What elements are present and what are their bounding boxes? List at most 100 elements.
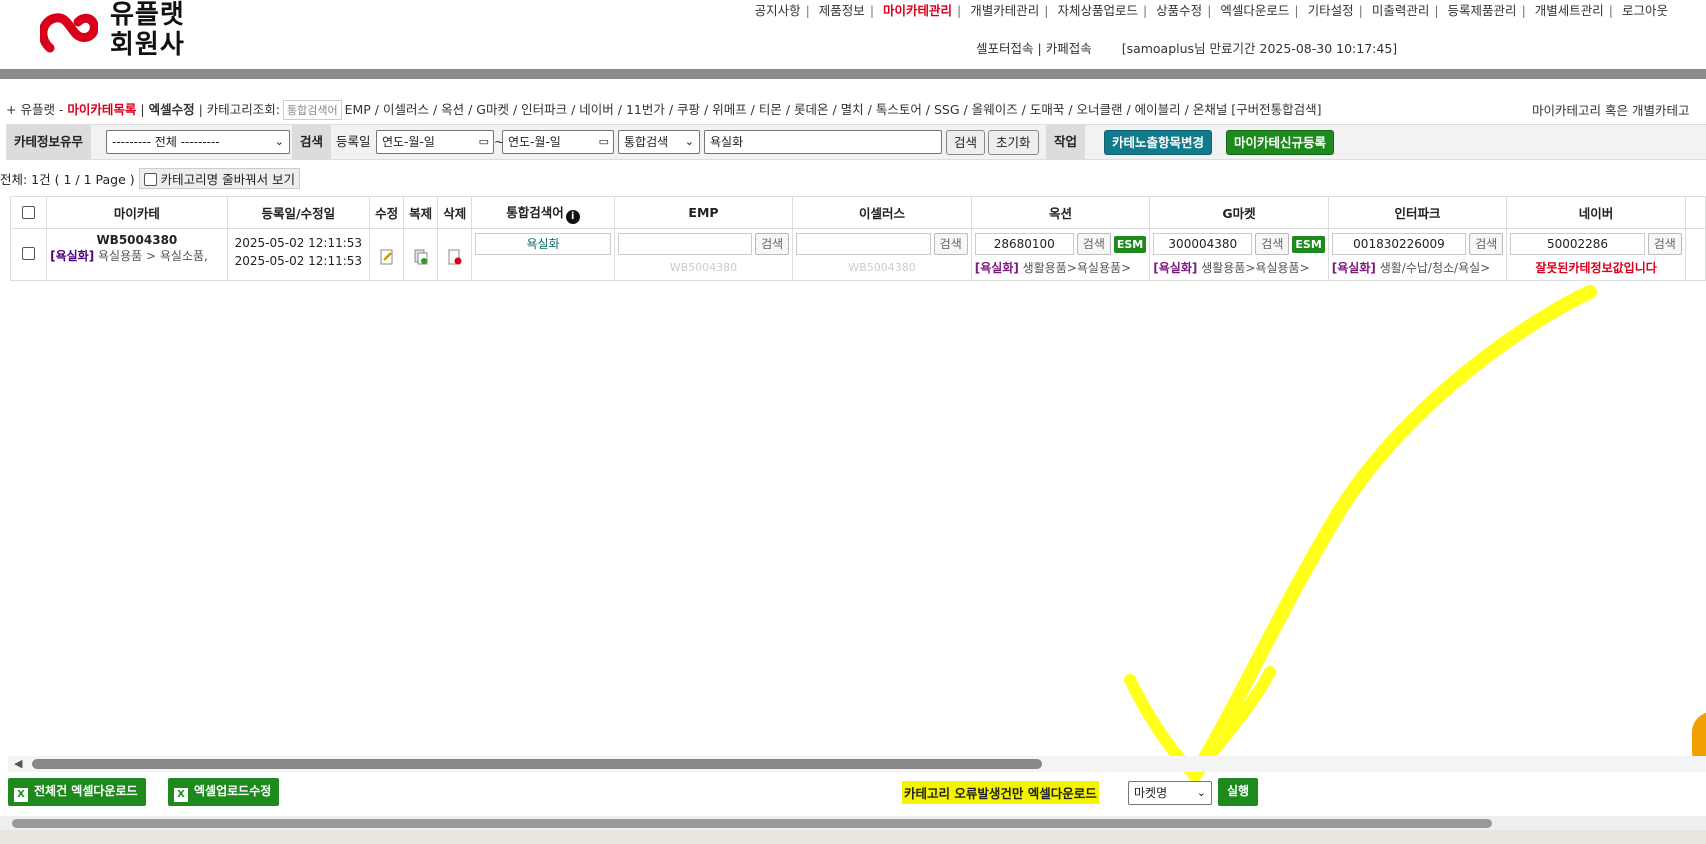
nav-excel-download[interactable]: 엑셀다운로드 (1220, 3, 1289, 18)
mycat-path: 욕실용품 > 욕실소품, (98, 249, 208, 263)
copy-cell[interactable] (403, 228, 439, 281)
page-scroll-thumb[interactable] (12, 819, 1492, 828)
wrap-toggle[interactable]: 카테고리명 줄바꿔서 보기 (138, 168, 301, 189)
result-summary: 전체: 1건 ( 1 / 1 Page ) 카테고리명 줄바꿔서 보기 (0, 168, 301, 189)
category-search-input[interactable]: 통합검색어 (283, 100, 342, 120)
market-select[interactable]: 마켓명 ⌄ (1128, 781, 1212, 805)
cafe-link[interactable]: 카페접속 (1046, 41, 1092, 56)
sellporter-link[interactable]: 셀포터접속 (976, 41, 1034, 56)
logo[interactable]: 유플랫 회원사 (40, 0, 210, 60)
interpark-tag: [욕실화] (1331, 261, 1376, 275)
total-count: 전체: 1건 ( 1 / 1 Page ) (0, 172, 135, 187)
nav-notice[interactable]: 공지사항 (755, 3, 801, 18)
nav-logout[interactable]: 로그아웃 (1622, 3, 1668, 18)
info-label: 카테정보유무 (6, 125, 92, 159)
emp-input[interactable] (617, 233, 753, 255)
search-button[interactable]: 검색 (946, 130, 986, 155)
nav-product-edit[interactable]: 상품수정 (1156, 3, 1202, 18)
nav-my-category[interactable]: 마이카테관리 (883, 3, 952, 18)
info-select[interactable]: --------- 전체 --------- ⌄ (106, 130, 290, 154)
header-keyword-label: 통합검색어 (506, 204, 564, 220)
gmarket-input[interactable]: 300004380 (1153, 233, 1253, 255)
header-overflow (1684, 196, 1706, 229)
select-all-checkbox[interactable] (22, 206, 36, 219)
info-icon[interactable]: i (565, 209, 580, 224)
keyword-input[interactable]: 욕실화 (704, 130, 942, 154)
auction-path: 생활용품>욕실용품> (1022, 261, 1132, 275)
category-links: + 유플랫 - 마이카테목록 | 엑셀수정 | 카테고리조회: 통합검색어 EMP … (6, 99, 1322, 120)
grid-scrollbar[interactable]: ◀ (8, 756, 1706, 772)
nav-registered[interactable]: 등록제품관리 (1448, 3, 1517, 18)
mycat-code: WB5004380 (96, 233, 178, 247)
nav-own-upload[interactable]: 자체상품업로드 (1057, 3, 1138, 18)
gmarket-search-button[interactable]: 검색 (1255, 233, 1290, 255)
copy-icon[interactable] (414, 249, 428, 265)
excel-edit-link[interactable]: 엑셀수정 (149, 102, 195, 117)
nav-individual-category[interactable]: 개별카테관리 (970, 3, 1039, 18)
edit-cell[interactable] (369, 228, 405, 281)
delete-icon[interactable] (448, 249, 462, 265)
header-keyword: 통합검색어 i (471, 196, 615, 229)
delete-cell[interactable] (437, 228, 473, 281)
row-checkbox[interactable] (22, 247, 36, 260)
new-mycat-button[interactable]: 마이카테신규등록 (1226, 130, 1335, 155)
mod-date: 2025-05-02 12:11:53 (234, 254, 363, 268)
gmarket-esm-button[interactable]: ESM (1292, 235, 1325, 253)
nav-product-info[interactable]: 제품정보 (819, 3, 865, 18)
run-button[interactable]: 실행 (1218, 778, 1259, 806)
search-type-select[interactable]: 통합검색 ⌄ (618, 130, 700, 154)
auction-search-button[interactable]: 검색 (1076, 233, 1111, 255)
mycat-list-link[interactable]: 마이카테목록 (67, 102, 136, 117)
nav-unprinted[interactable]: 미출력관리 (1372, 3, 1430, 18)
interpark-path: 생활/수납/청소/욕실> (1379, 261, 1491, 275)
header-emp: EMP (613, 196, 794, 229)
date-label: 등록일 (336, 134, 371, 149)
emp-search-button[interactable]: 검색 (755, 233, 790, 255)
emp-cell: 검색 WB5004380 (613, 228, 794, 281)
mycat-tag: [욕실화] (50, 249, 95, 263)
nav-sep: | (1521, 3, 1526, 18)
wrap-checkbox[interactable] (143, 173, 157, 186)
auction-esm-button[interactable]: ESM (1113, 235, 1147, 253)
nav-etc-settings[interactable]: 기타설정 (1308, 3, 1354, 18)
taskbar (0, 830, 1706, 844)
esellers-search-button[interactable]: 검색 (933, 233, 968, 255)
auction-input[interactable]: 28680100 (974, 233, 1074, 255)
upload-edit-button[interactable]: X 엑셀업로드수정 (168, 778, 280, 806)
naver-cell: 50002286 검색 잘못된카테정보값입니다 (1506, 228, 1686, 281)
keyword-cell: 욕실화 (471, 228, 615, 281)
date-from-value: 연도-월-일 (382, 135, 435, 149)
excel-icon: X (174, 788, 188, 802)
date-to-input[interactable]: 연도-월-일 ▭ (502, 130, 614, 154)
search-type-value: 통합검색 (624, 135, 669, 149)
market-links[interactable]: EMP / 이셀러스 / 옥션 / G마켓 / 인터파크 / 네이버 / 11번… (345, 102, 1322, 117)
sub-nav: 셀포터접속 | 카페접속 [samoaplus님 만료기간 2025-08-30… (976, 38, 1397, 57)
emp-ghost: WB5004380 (669, 261, 738, 274)
keyword-value[interactable]: 욕실화 (475, 233, 611, 255)
nav-set-management[interactable]: 개별세트관리 (1535, 3, 1604, 18)
naver-input[interactable]: 50002286 (1510, 233, 1645, 255)
download-all-button[interactable]: X 전체건 엑셀다운로드 (8, 778, 146, 806)
page-scrollbar[interactable] (0, 816, 1706, 830)
calendar-icon: ▭ (598, 135, 609, 148)
interpark-search-button[interactable]: 검색 (1469, 233, 1504, 255)
interpark-input[interactable]: 001830226009 (1331, 233, 1467, 255)
chevron-down-icon: ⌄ (274, 135, 284, 148)
auction-category: [욕실화] 생활용품>욕실용품> (975, 259, 1147, 276)
nav-sep: | (805, 3, 810, 18)
naver-search-button[interactable]: 검색 (1647, 233, 1682, 255)
row-checkbox-cell[interactable] (9, 228, 48, 281)
date-from-input[interactable]: 연도-월-일 ▭ (376, 130, 494, 154)
reset-button[interactable]: 초기화 (988, 130, 1039, 155)
bottom-bar: X 전체건 엑셀다운로드 X 엑셀업로드수정 마켓명 ⌄ 실행 (6, 776, 1706, 808)
top-nav: 공지사항 | 제품정보 | 마이카테관리 | 개별카테관리 | 자체상품업로드 | 상품수… (755, 0, 1668, 19)
header-checkbox-cell[interactable] (9, 196, 48, 229)
esellers-input[interactable] (796, 233, 931, 255)
edit-icon[interactable] (380, 249, 394, 265)
header-date: 등록일/수정일 (226, 196, 371, 229)
category-search-label: 카테고리조회: (206, 102, 280, 117)
grid-scroll-thumb[interactable] (32, 759, 1042, 769)
scroll-left-icon[interactable]: ◀ (14, 757, 22, 770)
change-display-button[interactable]: 카테노출항목변경 (1104, 130, 1213, 155)
nav-sep: | (1044, 3, 1049, 18)
